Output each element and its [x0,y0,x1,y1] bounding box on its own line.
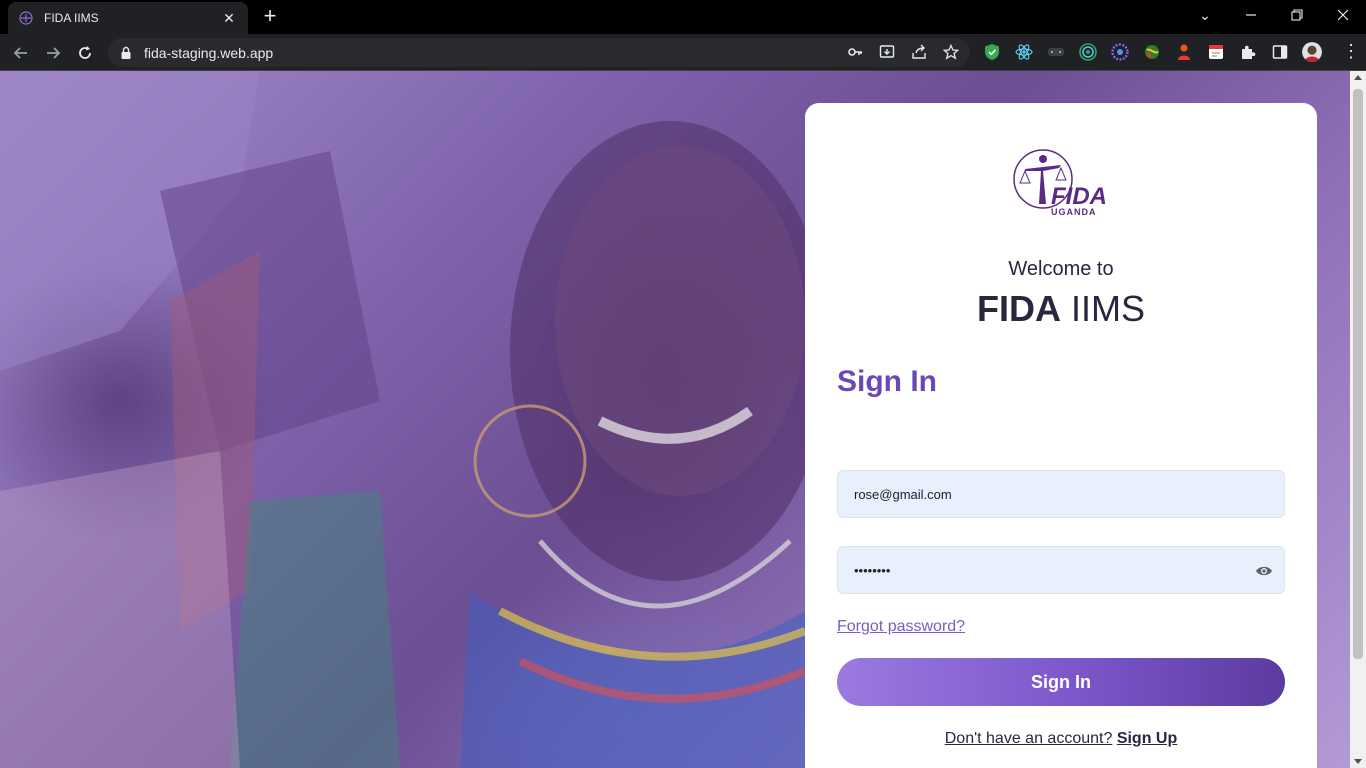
bookmark-star-icon[interactable] [942,43,960,61]
signup-prompt: Don't have an account? Sign Up [805,730,1317,748]
tab-close-icon[interactable]: ✕ [220,10,238,27]
restore-button[interactable] [1274,0,1320,30]
browser-toolbar: fida-staging.web.app ⋮ [0,34,1366,71]
calendar-extension-icon[interactable] [1206,42,1226,62]
back-button[interactable] [8,40,34,66]
logo-text: FIDA [1051,183,1107,210]
welcome-text: Welcome to [1008,258,1114,280]
scroll-down-arrow-icon[interactable] [1354,759,1362,764]
fida-uganda-logo: FIDA UGANDA [1013,149,1113,219]
scroll-up-arrow-icon[interactable] [1354,75,1362,80]
page-viewport: FIDA UGANDA Welcome to FIDA IIMS Sign In… [0,71,1350,768]
logo-subtext: UGANDA [1051,207,1097,217]
page-scrollbar[interactable] [1350,71,1366,768]
sign-up-link[interactable]: Sign Up [1117,730,1177,747]
side-panel-icon[interactable] [1270,42,1290,62]
app-name-bold: FIDA [976,288,1061,329]
sign-in-button[interactable]: Sign In [837,658,1285,706]
email-field[interactable] [837,470,1285,518]
reload-button[interactable] [72,40,98,66]
sign-in-heading: Sign In [837,365,937,398]
app-name: FIDA IIMS [805,288,1317,330]
profile-avatar-icon[interactable] [1302,42,1322,62]
sign-in-card: FIDA UGANDA Welcome to FIDA IIMS Sign In… [805,103,1317,768]
minimize-button[interactable] [1228,0,1274,30]
forward-button[interactable] [40,40,66,66]
new-tab-button[interactable]: + [258,5,282,29]
close-window-button[interactable] [1320,0,1366,30]
site-favicon-icon [18,10,34,26]
password-field[interactable] [837,546,1285,594]
app-name-light: IIMS [1071,288,1146,329]
password-input[interactable] [854,562,1268,578]
browser-tab-strip: FIDA IIMS ✕ + ⌄ [0,0,1366,34]
address-bar[interactable]: fida-staging.web.app [108,38,970,67]
tab-search-icon[interactable]: ⌄ [1182,0,1228,30]
install-app-icon[interactable] [878,43,896,61]
email-input[interactable] [854,486,1268,502]
forgot-password-link[interactable]: Forgot password? [837,618,965,636]
browser-menu-icon[interactable]: ⋮ [1342,42,1360,60]
signup-question: Don't have an account? [944,730,1113,747]
browser-tab[interactable]: FIDA IIMS ✕ [8,2,248,34]
scrollbar-thumb[interactable] [1353,89,1363,659]
react-devtools-icon[interactable] [1014,42,1034,62]
share-icon[interactable] [910,43,928,61]
color-wheel-extension-icon[interactable] [1110,42,1130,62]
key-icon[interactable] [846,43,864,61]
lock-icon[interactable] [120,46,134,60]
url-text: fida-staging.web.app [144,44,274,61]
shield-extension-icon[interactable] [982,42,1002,62]
target-extension-icon[interactable] [1078,42,1098,62]
gamepad-extension-icon[interactable] [1046,42,1066,62]
show-password-icon[interactable] [1254,561,1274,581]
person-extension-icon[interactable] [1174,42,1194,62]
extensions-puzzle-icon[interactable] [1238,42,1258,62]
globe-extension-icon[interactable] [1142,42,1162,62]
tab-title: FIDA IIMS [44,11,99,25]
